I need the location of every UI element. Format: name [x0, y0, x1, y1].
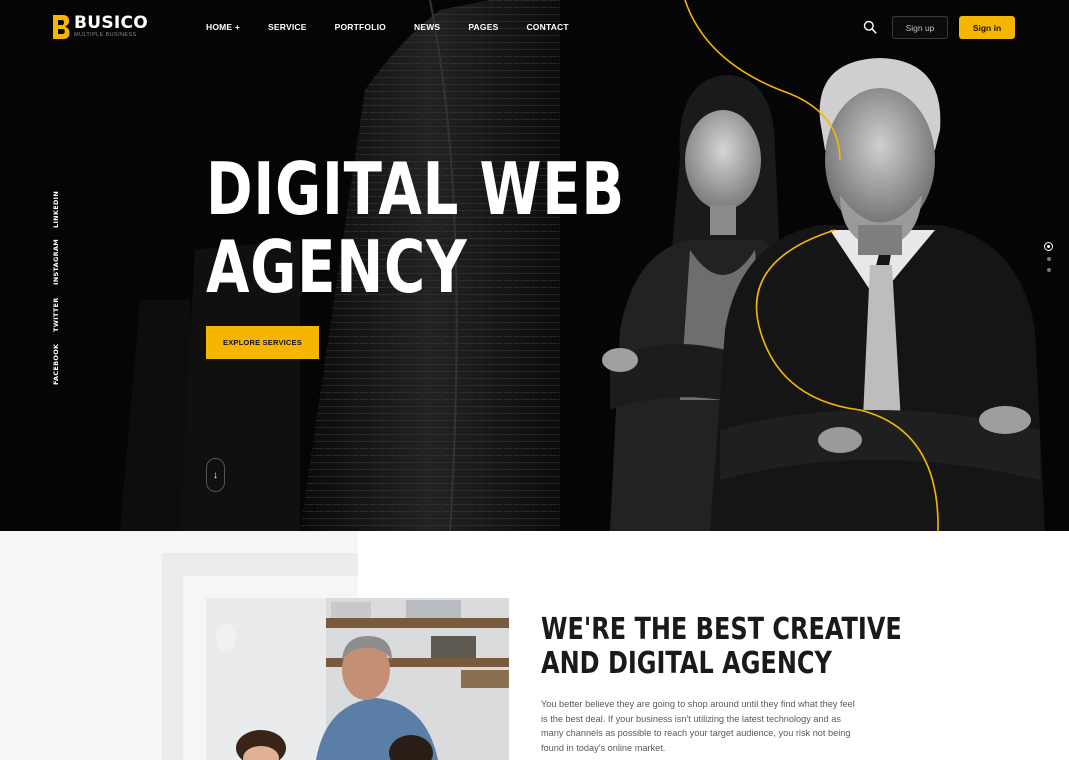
- hero-title-line-1: DIGITAL WEB: [206, 147, 625, 231]
- search-icon[interactable]: [863, 20, 877, 34]
- nav-item-home[interactable]: HOME +: [206, 22, 240, 32]
- slider-dot[interactable]: [1047, 268, 1051, 272]
- slider-pagination: [1044, 242, 1054, 276]
- explore-services-button[interactable]: EXPLORE SERVICES: [206, 326, 319, 359]
- about-description: You better believe they are going to sho…: [541, 699, 855, 753]
- arrow-down-icon: ↓: [213, 469, 218, 481]
- scroll-down-button[interactable]: ↓: [206, 458, 225, 492]
- hero-title-line-2: AGENCY: [206, 225, 468, 309]
- social-link-twitter[interactable]: TWITTER: [52, 297, 60, 332]
- social-link-linkedin[interactable]: LINKEDIN: [52, 191, 60, 228]
- social-link-facebook[interactable]: FACEBOOK: [52, 344, 60, 385]
- about-section: WE'RE THE BEST CREATIVE AND DIGITAL AGEN…: [0, 531, 1069, 760]
- team-meeting-image: [206, 598, 509, 760]
- nav-item-pages[interactable]: PAGES: [468, 22, 498, 32]
- about-title: WE'RE THE BEST CREATIVE AND DIGITAL AGEN…: [541, 613, 902, 681]
- logo-name: BUSICO: [74, 13, 149, 33]
- about-title-line-1: WE'RE THE BEST CREATIVE: [541, 612, 902, 647]
- nav-item-portfolio[interactable]: PORTFOLIO: [335, 22, 386, 32]
- slider-dot-active[interactable]: [1044, 242, 1053, 251]
- busico-logo[interactable]: BUSICO MULTIPLE BUSINESS: [52, 14, 148, 40]
- logo-tagline: MULTIPLE BUSINESS: [74, 32, 137, 38]
- nav-item-news[interactable]: NEWS: [414, 22, 440, 32]
- nav-item-contact[interactable]: CONTACT: [526, 22, 568, 32]
- signup-button[interactable]: Sign up: [892, 16, 948, 39]
- social-link-instagram[interactable]: INSTAGRAM: [52, 239, 60, 285]
- logo-b-icon: [53, 15, 70, 39]
- slider-dot[interactable]: [1047, 257, 1051, 261]
- about-title-line-2: AND DIGITAL AGENCY: [541, 646, 832, 681]
- hero-section: BUSICO MULTIPLE BUSINESS HOME + SERVICE …: [0, 0, 1069, 531]
- site-header: BUSICO MULTIPLE BUSINESS HOME + SERVICE …: [0, 0, 1069, 55]
- signin-button[interactable]: Sign in: [959, 16, 1015, 39]
- nav-item-service[interactable]: SERVICE: [268, 22, 307, 32]
- main-nav: HOME + SERVICE PORTFOLIO NEWS PAGES CONT…: [206, 22, 597, 32]
- hero-title: DIGITAL WEB AGENCY: [206, 150, 625, 306]
